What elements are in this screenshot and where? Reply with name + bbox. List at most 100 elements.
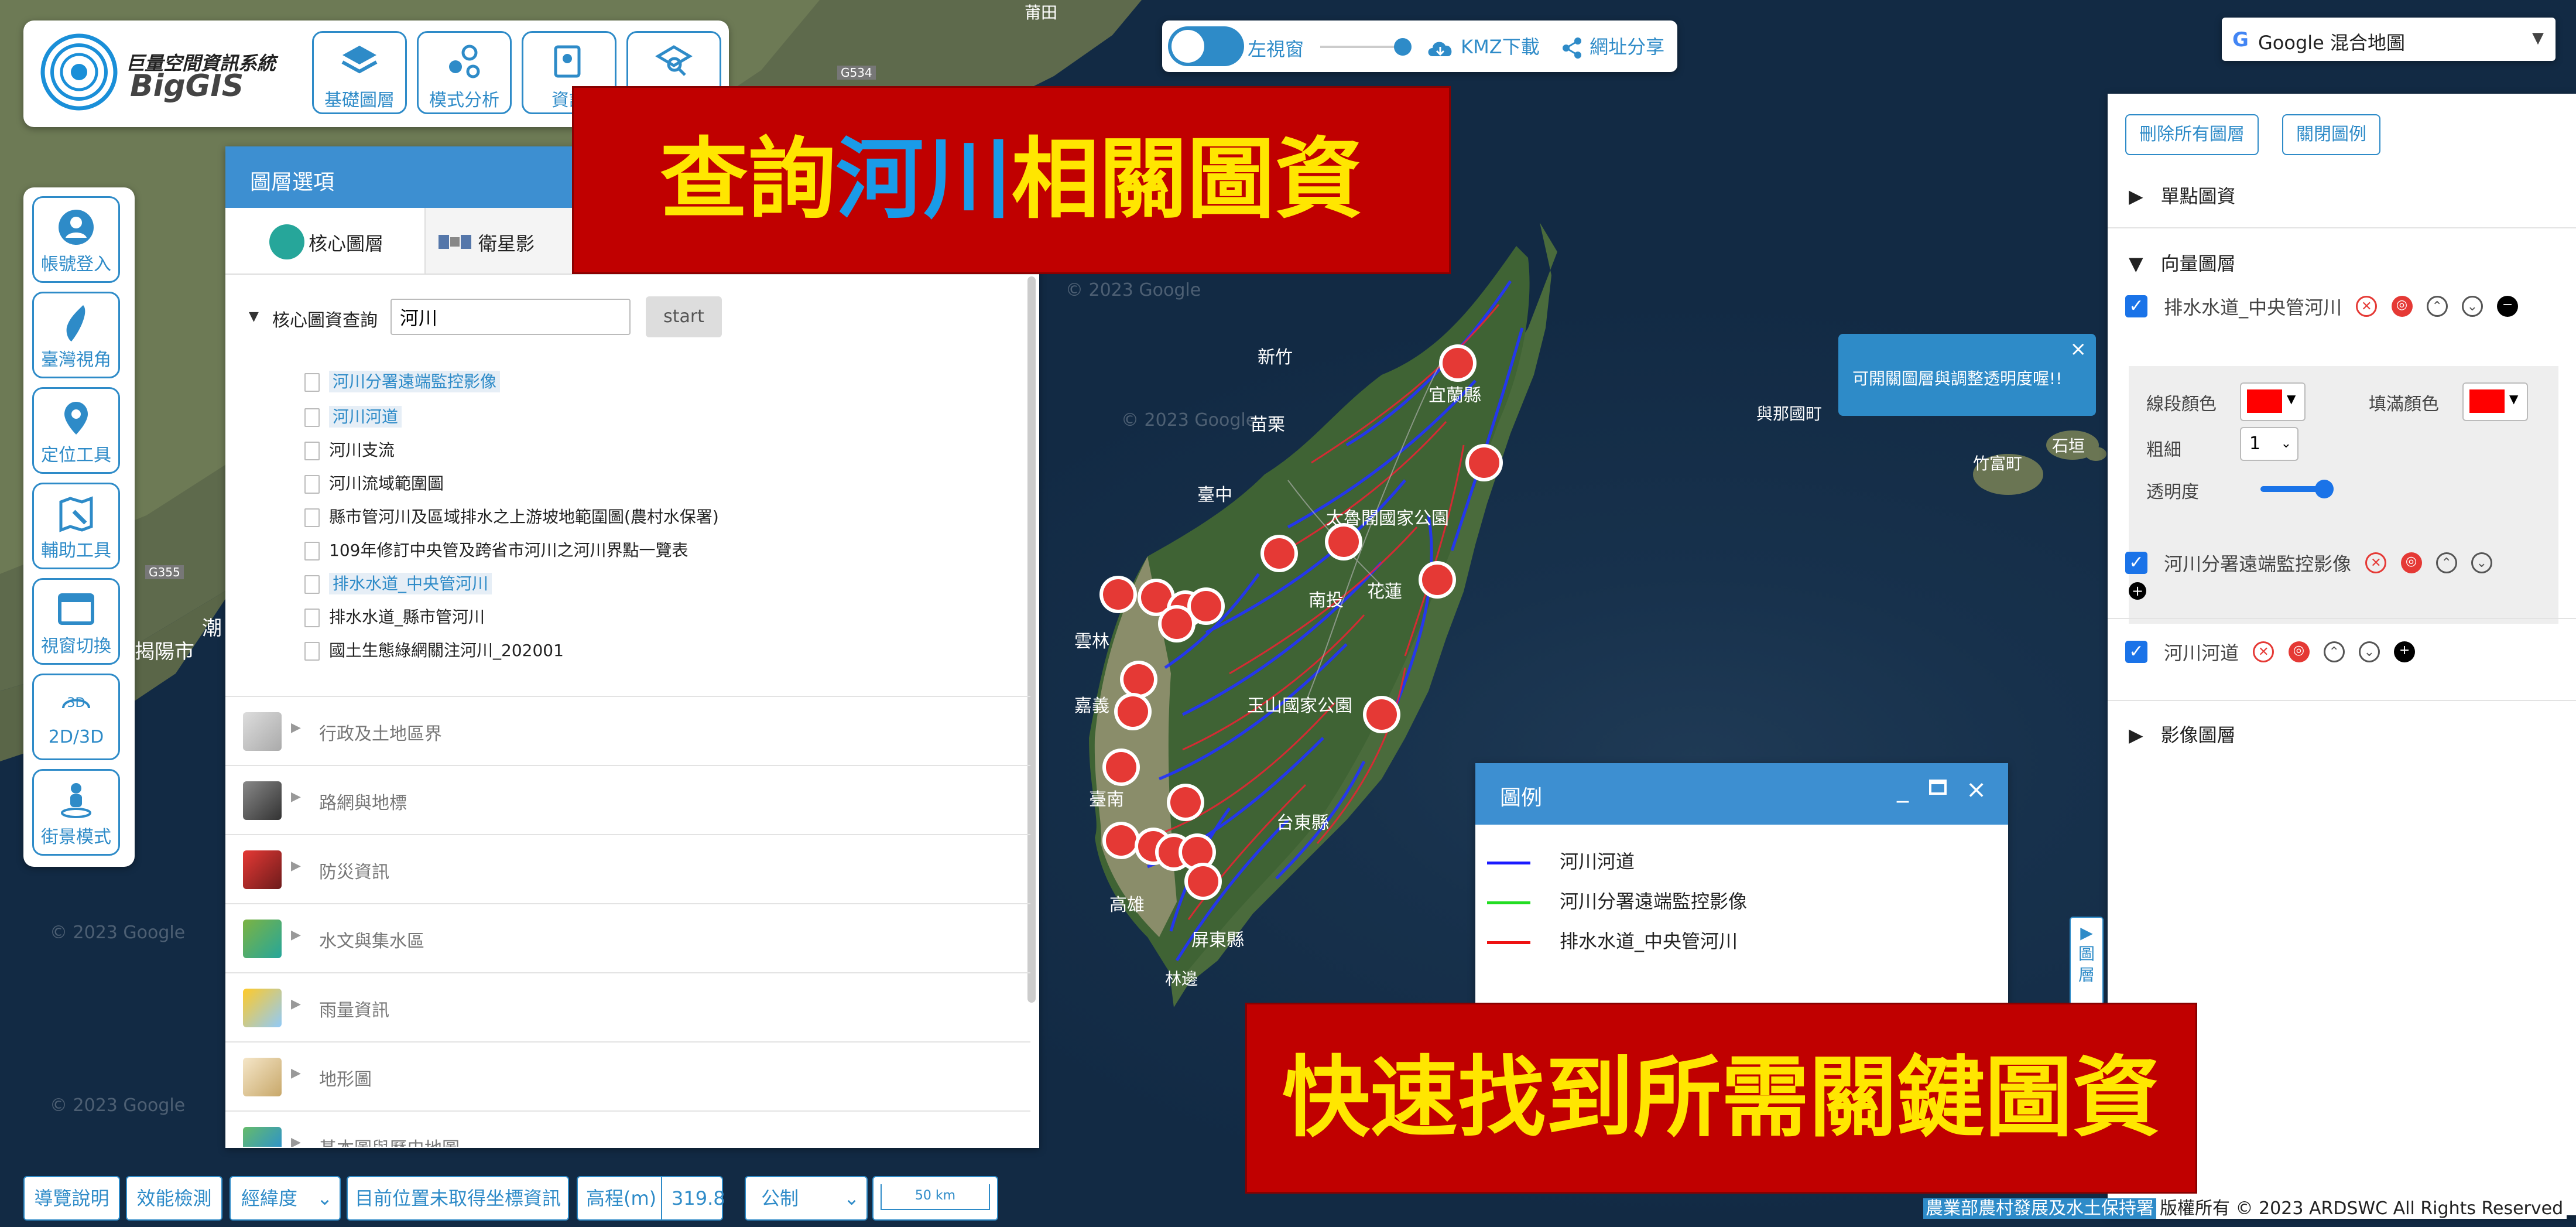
road-label: G534: [837, 66, 876, 80]
remove-layer-icon[interactable]: ✕: [2365, 552, 2387, 573]
group-point-data[interactable]: ▶ 單點圖資: [2129, 182, 2236, 209]
maximize-icon[interactable]: [1929, 780, 1947, 795]
category-admin-boundary[interactable]: ▶ 行政及土地區界: [225, 696, 1030, 766]
map-label: 台東縣: [1276, 813, 1329, 833]
move-down-icon[interactable]: ⌄: [2471, 552, 2492, 573]
map-tool-icon: [59, 496, 93, 532]
chevron-down-icon: ▼: [2532, 29, 2544, 47]
move-up-icon[interactable]: ⌃: [2435, 552, 2457, 573]
category-hydrology[interactable]: ▶ 水文與集水區: [225, 903, 1030, 973]
legend-title: 圖例: [1500, 786, 1543, 810]
move-up-icon[interactable]: ⌃: [2426, 296, 2448, 317]
taiwan-view-button[interactable]: 臺灣視角: [32, 292, 120, 378]
basemap-select[interactable]: G Google 混合地圖 ▼: [2222, 18, 2556, 61]
core-search-input[interactable]: [390, 299, 631, 335]
width-select[interactable]: 1 ⌄: [2240, 427, 2298, 461]
map-watermark: © 2023 Google: [50, 1095, 186, 1116]
result-item[interactable]: 河川分署遠端監控影像: [304, 369, 501, 392]
3d-icon: 3D: [62, 696, 90, 710]
caret-right-icon: ▶: [2129, 724, 2143, 746]
move-down-icon[interactable]: ⌄: [2358, 641, 2380, 662]
core-search-label: 核心圖資查詢: [272, 310, 378, 331]
tool-model-analysis-button[interactable]: 模式分析: [417, 31, 512, 114]
result-item[interactable]: 排水水道_縣市管河川: [304, 604, 485, 628]
target-icon[interactable]: ◎: [2288, 641, 2310, 662]
perf-test-button[interactable]: 效能檢測: [126, 1176, 222, 1221]
caret-right-icon: ▶: [291, 997, 301, 1011]
left-window-toggle[interactable]: [1168, 26, 1244, 66]
guide-button[interactable]: 導覽說明: [23, 1176, 120, 1221]
locate-tool-button[interactable]: 定位工具: [32, 387, 120, 474]
category-disaster-info[interactable]: ▶ 防災資訊: [225, 834, 1030, 904]
remove-layer-icon[interactable]: ✕: [2356, 296, 2378, 317]
2d-3d-toggle-button[interactable]: 3D 2D/3D: [32, 674, 120, 760]
target-icon[interactable]: ◎: [2400, 552, 2422, 573]
fill-color-swatch: [2469, 389, 2505, 413]
result-item[interactable]: 河川河道: [304, 404, 402, 428]
map-label: 嘉義: [1074, 696, 1109, 716]
group-image-layers[interactable]: ▶ 影像圖層: [2129, 720, 2236, 747]
category-terrain[interactable]: ▶ 地形圖: [225, 1041, 1030, 1112]
layer-checkbox[interactable]: ✓: [2125, 295, 2147, 317]
group-vector-layers[interactable]: ▼ 向量圖層: [2129, 249, 2236, 276]
target-icon[interactable]: ◎: [2391, 296, 2413, 317]
opacity-label: 透明度: [2146, 482, 2199, 503]
chevron-down-icon: ▼: [2287, 392, 2296, 406]
opacity-slider-thumb[interactable]: [1394, 38, 1412, 56]
category-rainfall[interactable]: ▶ 雨量資訊: [225, 972, 1030, 1043]
result-item[interactable]: 縣市管河川及區域排水之上游坡地範圍圖(農村水保署): [304, 504, 719, 528]
remove-all-layers-button[interactable]: 刪除所有圖層: [2125, 114, 2259, 155]
move-up-icon[interactable]: ⌃: [2323, 641, 2345, 662]
layer-checkbox[interactable]: ✓: [2125, 552, 2147, 574]
legend-line-swatch: [1487, 901, 1530, 904]
result-item[interactable]: 河川流域範圍圖: [304, 471, 444, 494]
close-legend-button[interactable]: 關閉圖例: [2282, 114, 2380, 155]
fill-color-picker[interactable]: ▼: [2462, 382, 2528, 421]
login-button[interactable]: 帳號登入: [32, 196, 120, 283]
tab-core-layers[interactable]: 核心圖層: [225, 208, 426, 274]
result-item[interactable]: 109年修訂中央管及跨省市河川之河川界點一覽表: [304, 538, 688, 561]
category-base-map[interactable]: ▶基本圖與歷史地圖: [225, 1110, 1030, 1147]
logo-name: BigGIS: [130, 69, 244, 104]
move-down-icon[interactable]: ⌄: [2461, 296, 2483, 317]
result-item[interactable]: 排水水道_中央管河川: [304, 571, 492, 594]
side-label: 帳號登入: [41, 254, 111, 275]
search-start-button[interactable]: start: [646, 296, 722, 337]
add-layer-icon[interactable]: +: [2394, 641, 2416, 662]
layer-checkbox[interactable]: ✓: [2125, 641, 2147, 663]
result-item[interactable]: 國土生態綠網關注河川_202001: [304, 638, 564, 661]
helper-tool-button[interactable]: 輔助工具: [32, 483, 120, 569]
line-color-picker[interactable]: ▼: [2240, 382, 2306, 421]
opacity-slider[interactable]: [1320, 46, 1402, 48]
category-road-landmark[interactable]: ▶ 路網與地標: [225, 765, 1030, 835]
legend-header: 圖例 _ ×: [1475, 763, 2008, 825]
street-view-button[interactable]: 街景模式: [32, 769, 120, 856]
hint-tooltip: × 可開關圖層與調整透明度喔!!: [1838, 334, 2096, 416]
opacity-slider-thumb[interactable]: [2315, 480, 2334, 498]
close-icon[interactable]: ×: [1966, 775, 1986, 804]
close-icon[interactable]: ×: [2070, 337, 2087, 361]
layer-panel-collapse-tab[interactable]: ▶ 圖層: [2070, 917, 2104, 1016]
coord-system-select[interactable]: 經緯度 ⌄: [229, 1176, 341, 1221]
tab-label: 衛星影: [478, 233, 535, 255]
tool-base-layers-button[interactable]: 基礎圖層: [312, 31, 407, 114]
road-icon: [243, 781, 282, 820]
expand-icon[interactable]: −: [2497, 296, 2519, 317]
result-item[interactable]: 河川支流: [304, 438, 395, 461]
document-icon: [304, 642, 320, 661]
map-label: 竹富町: [1973, 454, 2023, 473]
nodes-icon: [449, 45, 480, 78]
terrain-icon: [243, 1058, 282, 1096]
kmz-download-button[interactable]: KMZ下載: [1426, 32, 1540, 61]
remove-layer-icon[interactable]: ✕: [2253, 641, 2274, 662]
window-switch-button[interactable]: 視窗切換: [32, 578, 120, 665]
footer-agency-link[interactable]: 農業部農村發展及水土保持署: [1923, 1198, 2156, 1219]
document-icon: [304, 408, 320, 427]
document-icon: [304, 542, 320, 560]
map-label: 揭陽市: [135, 640, 194, 664]
unit-select[interactable]: 公制 ⌄: [745, 1176, 868, 1221]
add-layer-icon[interactable]: +: [2129, 582, 2146, 600]
minimize-icon[interactable]: _: [1897, 776, 1909, 803]
map-watermark: © 2023 Google: [50, 922, 186, 943]
share-url-button[interactable]: 網址分享: [1560, 32, 1664, 61]
